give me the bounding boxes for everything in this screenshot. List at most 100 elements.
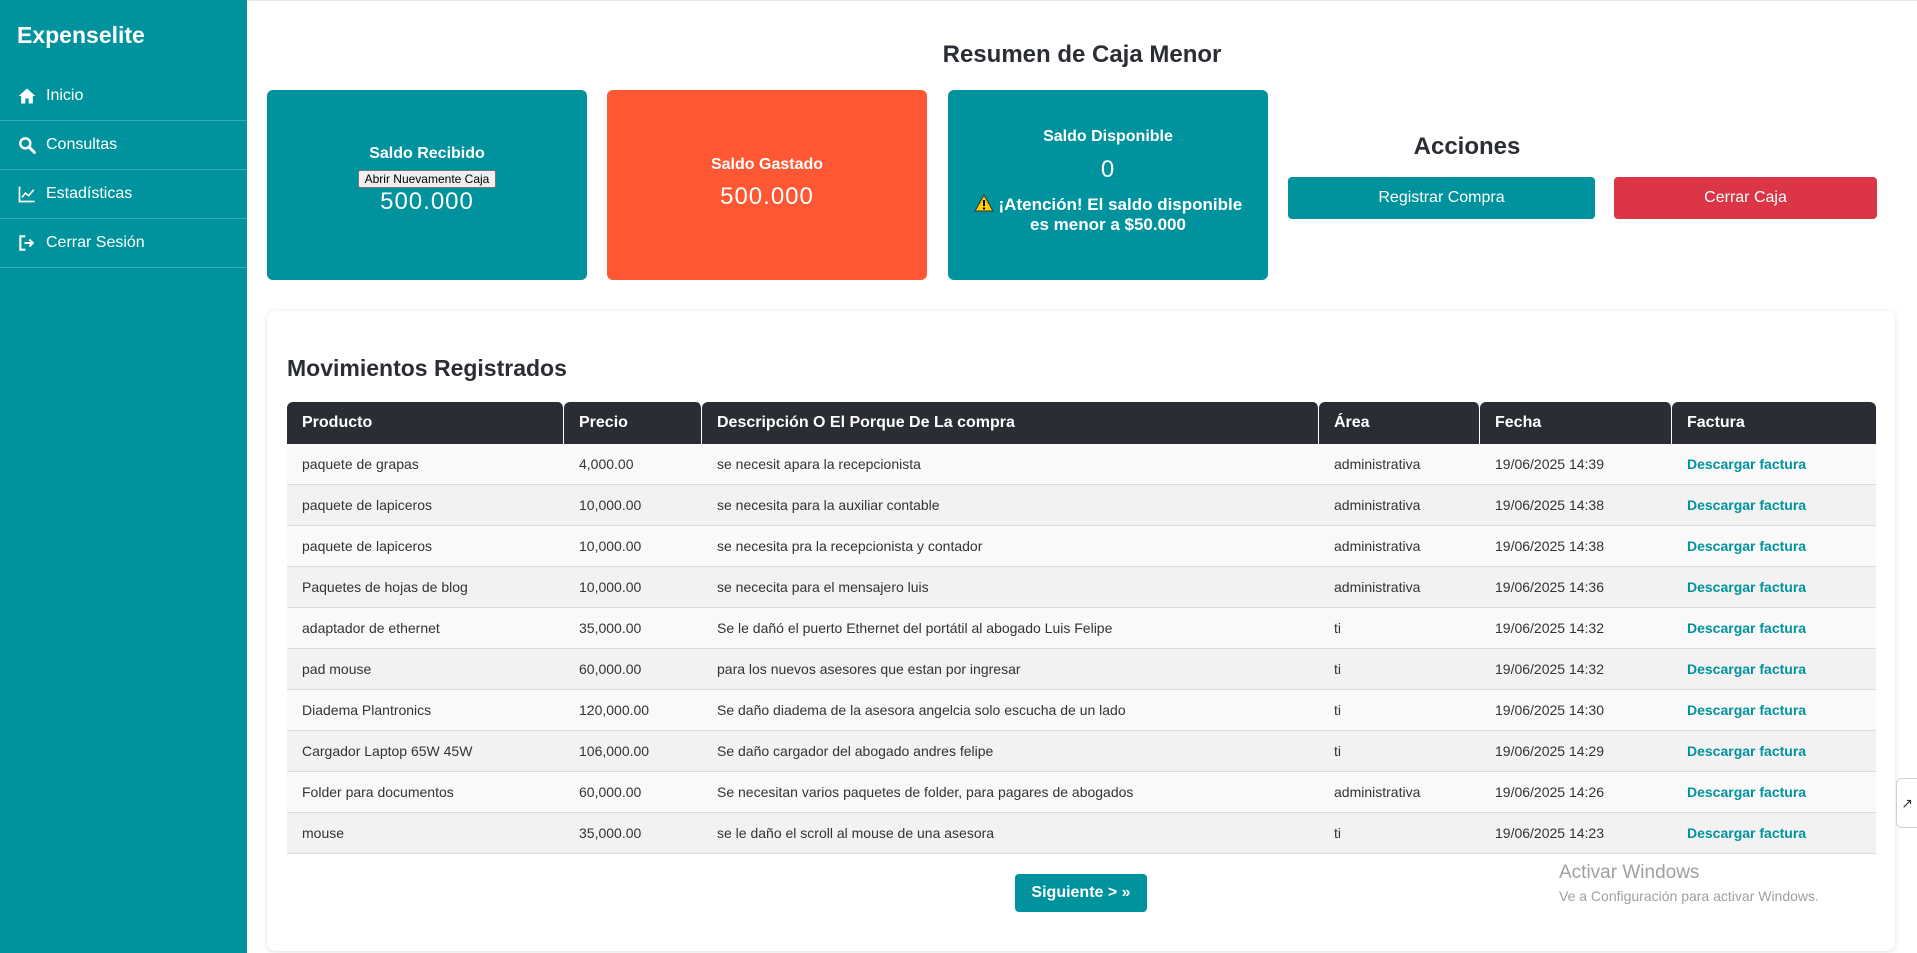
next-page-button[interactable]: Siguiente > » bbox=[1015, 874, 1147, 912]
movements-panel: Movimientos Registrados Producto Precio … bbox=[267, 311, 1895, 951]
table-row: Paquetes de hojas de blog 10,000.00 se n… bbox=[287, 567, 1876, 608]
cell-descripcion: Se necesitan varios paquetes de folder, … bbox=[702, 772, 1319, 813]
cell-descripcion: se necesita para la auxiliar contable bbox=[702, 485, 1319, 526]
download-invoice-link[interactable]: Descargar factura bbox=[1672, 731, 1876, 772]
cell-precio: 60,000.00 bbox=[564, 649, 702, 690]
sidebar-item-inicio[interactable]: Inicio bbox=[0, 72, 247, 121]
sidebar-item-cerrar-sesion[interactable]: Cerrar Sesión bbox=[0, 219, 247, 268]
cell-producto: Diadema Plantronics bbox=[287, 690, 564, 731]
side-panel-toggle[interactable]: ↗ bbox=[1896, 778, 1917, 828]
column-header-precio: Precio bbox=[564, 402, 702, 444]
home-icon bbox=[16, 85, 38, 107]
download-invoice-link[interactable]: Descargar factura bbox=[1672, 526, 1876, 567]
cell-producto: paquete de lapiceros bbox=[287, 526, 564, 567]
cell-area: ti bbox=[1319, 731, 1480, 772]
download-invoice-link[interactable]: Descargar factura bbox=[1672, 649, 1876, 690]
cell-producto: paquete de grapas bbox=[287, 444, 564, 485]
sidebar-item-consultas[interactable]: Consultas bbox=[0, 121, 247, 170]
table-row: paquete de grapas 4,000.00 se necesit ap… bbox=[287, 444, 1876, 485]
received-card: Saldo Recibido Abrir Nuevamente Caja 500… bbox=[267, 90, 587, 280]
spent-card: Saldo Gastado 500.000 bbox=[607, 90, 927, 280]
cell-area: ti bbox=[1319, 690, 1480, 731]
chart-icon bbox=[16, 183, 38, 205]
download-invoice-link[interactable]: Descargar factura bbox=[1672, 567, 1876, 608]
warning-icon bbox=[973, 193, 999, 214]
close-box-button[interactable]: Cerrar Caja bbox=[1614, 177, 1877, 219]
cell-precio: 120,000.00 bbox=[564, 690, 702, 731]
cell-precio: 106,000.00 bbox=[564, 731, 702, 772]
available-card: Saldo Disponible 0 ¡Atención! El saldo d… bbox=[948, 90, 1268, 280]
cell-descripcion: para los nuevos asesores que estan por i… bbox=[702, 649, 1319, 690]
cell-fecha: 19/06/2025 14:30 bbox=[1480, 690, 1672, 731]
column-header-descripcion: Descripción O El Porque De La compra bbox=[702, 402, 1319, 444]
cell-producto: Cargador Laptop 65W 45W bbox=[287, 731, 564, 772]
cell-precio: 10,000.00 bbox=[564, 567, 702, 608]
download-invoice-link[interactable]: Descargar factura bbox=[1672, 690, 1876, 731]
cell-area: administrativa bbox=[1319, 567, 1480, 608]
expand-icon: ↗ bbox=[1901, 794, 1913, 811]
download-invoice-link[interactable]: Descargar factura bbox=[1672, 485, 1876, 526]
cell-fecha: 19/06/2025 14:29 bbox=[1480, 731, 1672, 772]
cell-area: ti bbox=[1319, 649, 1480, 690]
table-row: Diadema Plantronics 120,000.00 Se daño d… bbox=[287, 690, 1876, 731]
main-content: Resumen de Caja Menor Saldo Recibido Abr… bbox=[247, 0, 1917, 953]
cell-descripcion: Se daño diadema de la asesora angelcia s… bbox=[702, 690, 1319, 731]
download-invoice-link[interactable]: Descargar factura bbox=[1672, 608, 1876, 649]
cell-producto: mouse bbox=[287, 813, 564, 854]
cell-fecha: 19/06/2025 14:32 bbox=[1480, 649, 1672, 690]
search-icon bbox=[16, 134, 38, 156]
available-label: Saldo Disponible bbox=[1043, 128, 1173, 145]
download-invoice-link[interactable]: Descargar factura bbox=[1672, 813, 1876, 854]
table-header-row: Producto Precio Descripción O El Porque … bbox=[287, 402, 1876, 444]
reopen-box-button[interactable]: Abrir Nuevamente Caja bbox=[357, 170, 497, 188]
table-row: paquete de lapiceros 10,000.00 se necesi… bbox=[287, 485, 1876, 526]
cell-producto: Paquetes de hojas de blog bbox=[287, 567, 564, 608]
cell-area: administrativa bbox=[1319, 485, 1480, 526]
windows-activation-watermark: Activar Windows Ve a Configuración para … bbox=[1559, 862, 1819, 904]
cell-area: administrativa bbox=[1319, 772, 1480, 813]
cell-area: ti bbox=[1319, 813, 1480, 854]
register-purchase-button[interactable]: Registrar Compra bbox=[1288, 177, 1595, 219]
actions-title: Acciones bbox=[1413, 133, 1521, 160]
cell-fecha: 19/06/2025 14:26 bbox=[1480, 772, 1672, 813]
cell-precio: 10,000.00 bbox=[564, 526, 702, 567]
table-row: Cargador Laptop 65W 45W 106,000.00 Se da… bbox=[287, 731, 1876, 772]
sidebar: Expenselite Inicio Consultas Estadística… bbox=[0, 0, 247, 953]
table-row: Folder para documentos 60,000.00 Se nece… bbox=[287, 772, 1876, 813]
spent-label: Saldo Gastado bbox=[710, 156, 824, 173]
available-value: 0 bbox=[1100, 156, 1116, 183]
cell-producto: pad mouse bbox=[287, 649, 564, 690]
table-row: mouse 35,000.00 se le daño el scroll al … bbox=[287, 813, 1876, 854]
cell-precio: 35,000.00 bbox=[564, 813, 702, 854]
sidebar-item-label: Inicio bbox=[46, 87, 84, 104]
watermark-title: Activar Windows bbox=[1559, 862, 1700, 883]
cell-precio: 60,000.00 bbox=[564, 772, 702, 813]
sidebar-item-estadisticas[interactable]: Estadísticas bbox=[0, 170, 247, 219]
download-invoice-link[interactable]: Descargar factura bbox=[1672, 772, 1876, 813]
cell-fecha: 19/06/2025 14:36 bbox=[1480, 567, 1672, 608]
cell-fecha: 19/06/2025 14:38 bbox=[1480, 485, 1672, 526]
cell-producto: Folder para documentos bbox=[287, 772, 564, 813]
brand-logo[interactable]: Expenselite bbox=[0, 0, 247, 72]
cell-fecha: 19/06/2025 14:38 bbox=[1480, 526, 1672, 567]
cell-precio: 10,000.00 bbox=[564, 485, 702, 526]
received-value: 500.000 bbox=[380, 188, 474, 215]
download-invoice-link[interactable]: Descargar factura bbox=[1672, 444, 1876, 485]
column-header-fecha: Fecha bbox=[1480, 402, 1672, 444]
table-row: paquete de lapiceros 10,000.00 se necesi… bbox=[287, 526, 1876, 567]
warning-text: ¡Atención! El saldo disponible es menor … bbox=[998, 195, 1243, 234]
column-header-area: Área bbox=[1319, 402, 1480, 444]
cell-fecha: 19/06/2025 14:39 bbox=[1480, 444, 1672, 485]
cell-area: ti bbox=[1319, 608, 1480, 649]
cell-descripcion: se necesit apara la recepcionista bbox=[702, 444, 1319, 485]
sidebar-item-label: Estadísticas bbox=[46, 185, 133, 202]
cell-descripcion: se nececita para el mensajero luis bbox=[702, 567, 1319, 608]
movements-table: Producto Precio Descripción O El Porque … bbox=[287, 402, 1876, 854]
cell-fecha: 19/06/2025 14:23 bbox=[1480, 813, 1672, 854]
column-header-factura: Factura bbox=[1672, 402, 1876, 444]
cell-producto: paquete de lapiceros bbox=[287, 485, 564, 526]
cell-descripcion: se le daño el scroll al mouse de una ase… bbox=[702, 813, 1319, 854]
cell-precio: 4,000.00 bbox=[564, 444, 702, 485]
movements-title: Movimientos Registrados bbox=[287, 355, 567, 381]
cell-precio: 35,000.00 bbox=[564, 608, 702, 649]
